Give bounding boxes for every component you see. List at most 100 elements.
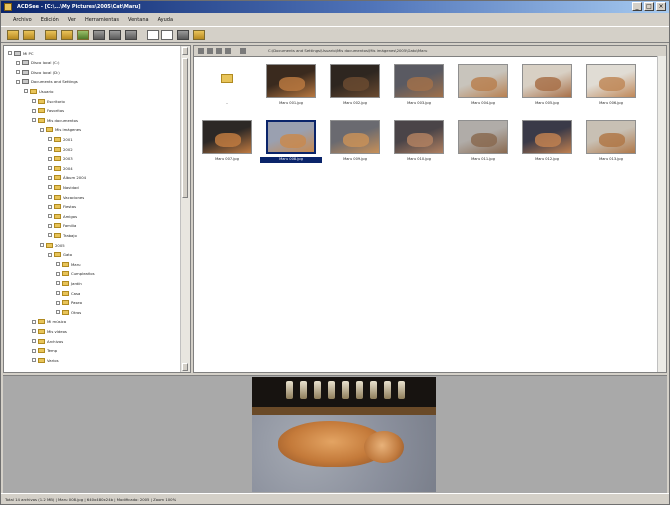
- expand-icon[interactable]: [32, 358, 36, 363]
- expand-icon[interactable]: [32, 319, 36, 324]
- tree-item[interactable]: Álbum 2004: [48, 175, 86, 181]
- folder-tree[interactable]: Mi PC Disco local (C:) Disco local (D:) Doc…: [3, 45, 191, 373]
- tree-item[interactable]: 2004: [48, 165, 73, 171]
- expand-icon[interactable]: [32, 329, 36, 334]
- expand-icon[interactable]: [40, 243, 44, 247]
- view-icon[interactable]: [147, 30, 159, 40]
- expand-icon[interactable]: [56, 300, 60, 305]
- tree-item[interactable]: Trabajo: [48, 232, 77, 238]
- close-icon[interactable]: ×: [656, 2, 666, 11]
- scroll-up-icon[interactable]: [182, 47, 188, 55]
- expand-icon[interactable]: [48, 195, 52, 199]
- up-icon[interactable]: [216, 48, 222, 54]
- slideshow-icon[interactable]: [93, 30, 105, 40]
- expand-icon[interactable]: [48, 233, 52, 238]
- tree-item[interactable]: Casa: [56, 290, 80, 296]
- tree-item[interactable]: Maru: [56, 261, 81, 267]
- expand-icon[interactable]: [8, 51, 12, 55]
- tree-item[interactable]: Otros: [56, 309, 81, 315]
- tree-item[interactable]: Cumpleaños: [56, 271, 95, 277]
- menu-item-view[interactable]: Ver: [68, 17, 76, 23]
- thumbnail-tile[interactable]: Maru 010.jpg: [388, 116, 450, 166]
- scroll-thumb[interactable]: [182, 58, 188, 198]
- tree-item[interactable]: Disco local (D:): [16, 69, 60, 75]
- expand-icon[interactable]: [16, 79, 20, 84]
- tree-item[interactable]: Mi música: [32, 319, 66, 325]
- expand-icon[interactable]: [16, 60, 20, 65]
- tree-item[interactable]: Archivos: [32, 338, 63, 344]
- expand-icon[interactable]: [48, 175, 52, 180]
- help-icon[interactable]: [193, 30, 205, 40]
- forward-icon[interactable]: [207, 48, 213, 54]
- tree-item[interactable]: Documents and Settings: [16, 79, 78, 85]
- expand-icon[interactable]: [48, 204, 52, 209]
- tree-item[interactable]: Paseo: [56, 300, 82, 306]
- expand-icon[interactable]: [48, 166, 52, 171]
- expand-icon[interactable]: [48, 147, 52, 151]
- zoom-icon[interactable]: [177, 30, 189, 40]
- tree-item[interactable]: Navidad: [48, 184, 79, 190]
- email-icon[interactable]: [77, 30, 89, 40]
- tree-scrollbar[interactable]: [180, 46, 190, 372]
- expand-icon[interactable]: [48, 185, 52, 190]
- expand-icon[interactable]: [48, 156, 52, 161]
- expand-icon[interactable]: [56, 291, 60, 295]
- tree-item[interactable]: Varios: [32, 357, 59, 363]
- tree-item[interactable]: Favoritos: [32, 108, 64, 114]
- menu-item-help[interactable]: Ayuda: [158, 17, 173, 23]
- expand-icon[interactable]: [32, 339, 36, 343]
- expand-icon[interactable]: [32, 108, 36, 113]
- expand-icon[interactable]: [24, 89, 28, 94]
- expand-icon[interactable]: [56, 262, 60, 267]
- tree-item[interactable]: Disco local (C:): [16, 60, 60, 66]
- refresh-icon[interactable]: [225, 48, 231, 54]
- expand-icon[interactable]: [16, 70, 20, 75]
- thumbnail-tile[interactable]: Maru 005.jpg: [516, 60, 578, 110]
- expand-icon[interactable]: [48, 137, 52, 142]
- menu-item-window[interactable]: Ventana: [128, 17, 149, 23]
- tree-item[interactable]: 2003: [48, 156, 73, 162]
- thumbnail-tile[interactable]: Maru 008.jpg: [260, 116, 322, 166]
- tree-item[interactable]: Mi PC: [8, 50, 33, 56]
- thumbnail-tile[interactable]: Maru 002.jpg: [324, 60, 386, 110]
- thumbnail-tile[interactable]: Maru 003.jpg: [388, 60, 450, 110]
- expand-icon[interactable]: [48, 223, 52, 228]
- folder-tile[interactable]: ..: [196, 60, 258, 110]
- thumbnail-tile[interactable]: Maru 007.jpg: [196, 116, 258, 166]
- copy-icon[interactable]: [61, 30, 73, 40]
- tree-item[interactable]: Mis documentos: [32, 117, 78, 123]
- browse-icon[interactable]: [23, 30, 35, 40]
- chevron-down-icon[interactable]: [161, 30, 173, 40]
- expand-icon[interactable]: [32, 118, 36, 123]
- thumbnail-scrollbar[interactable]: [657, 56, 666, 372]
- expand-icon[interactable]: [56, 271, 60, 276]
- thumbnail-tile[interactable]: Maru 006.jpg: [580, 60, 642, 110]
- tree-item[interactable]: Gato: [48, 252, 72, 258]
- thumbnail-tile[interactable]: Maru 011.jpg: [452, 116, 514, 166]
- tree-item[interactable]: Vacaciones: [48, 194, 84, 200]
- expand-icon[interactable]: [40, 127, 44, 132]
- tree-item[interactable]: 2002: [48, 146, 73, 152]
- scroll-down-icon[interactable]: [182, 363, 188, 371]
- tree-item[interactable]: 2001: [48, 136, 73, 142]
- gallery-icon[interactable]: [109, 30, 121, 40]
- expand-icon[interactable]: [56, 281, 60, 286]
- thumbnail-tile[interactable]: Maru 004.jpg: [452, 60, 514, 110]
- thumbnail-tile[interactable]: Maru 009.jpg: [324, 116, 386, 166]
- thumbnail-tile[interactable]: Maru 013.jpg: [580, 116, 642, 166]
- menu-item-edit[interactable]: Edición: [41, 17, 59, 23]
- expand-icon[interactable]: [48, 214, 52, 219]
- expand-icon[interactable]: [56, 310, 60, 315]
- thumbnail-tile[interactable]: Maru 001.jpg: [260, 60, 322, 110]
- tree-item[interactable]: Temp: [32, 348, 57, 354]
- tree-item[interactable]: Escritorio: [32, 98, 65, 104]
- tree-item[interactable]: Usuario: [24, 88, 53, 94]
- tree-item[interactable]: Familia: [48, 223, 76, 229]
- maximize-icon[interactable]: □: [644, 2, 654, 11]
- folder-up-icon[interactable]: [240, 48, 246, 54]
- tree-item[interactable]: Mis vídeos: [32, 328, 67, 334]
- print-icon[interactable]: [45, 30, 57, 40]
- expand-icon[interactable]: [32, 99, 36, 103]
- settings-icon[interactable]: [125, 30, 137, 40]
- expand-icon[interactable]: [48, 252, 52, 257]
